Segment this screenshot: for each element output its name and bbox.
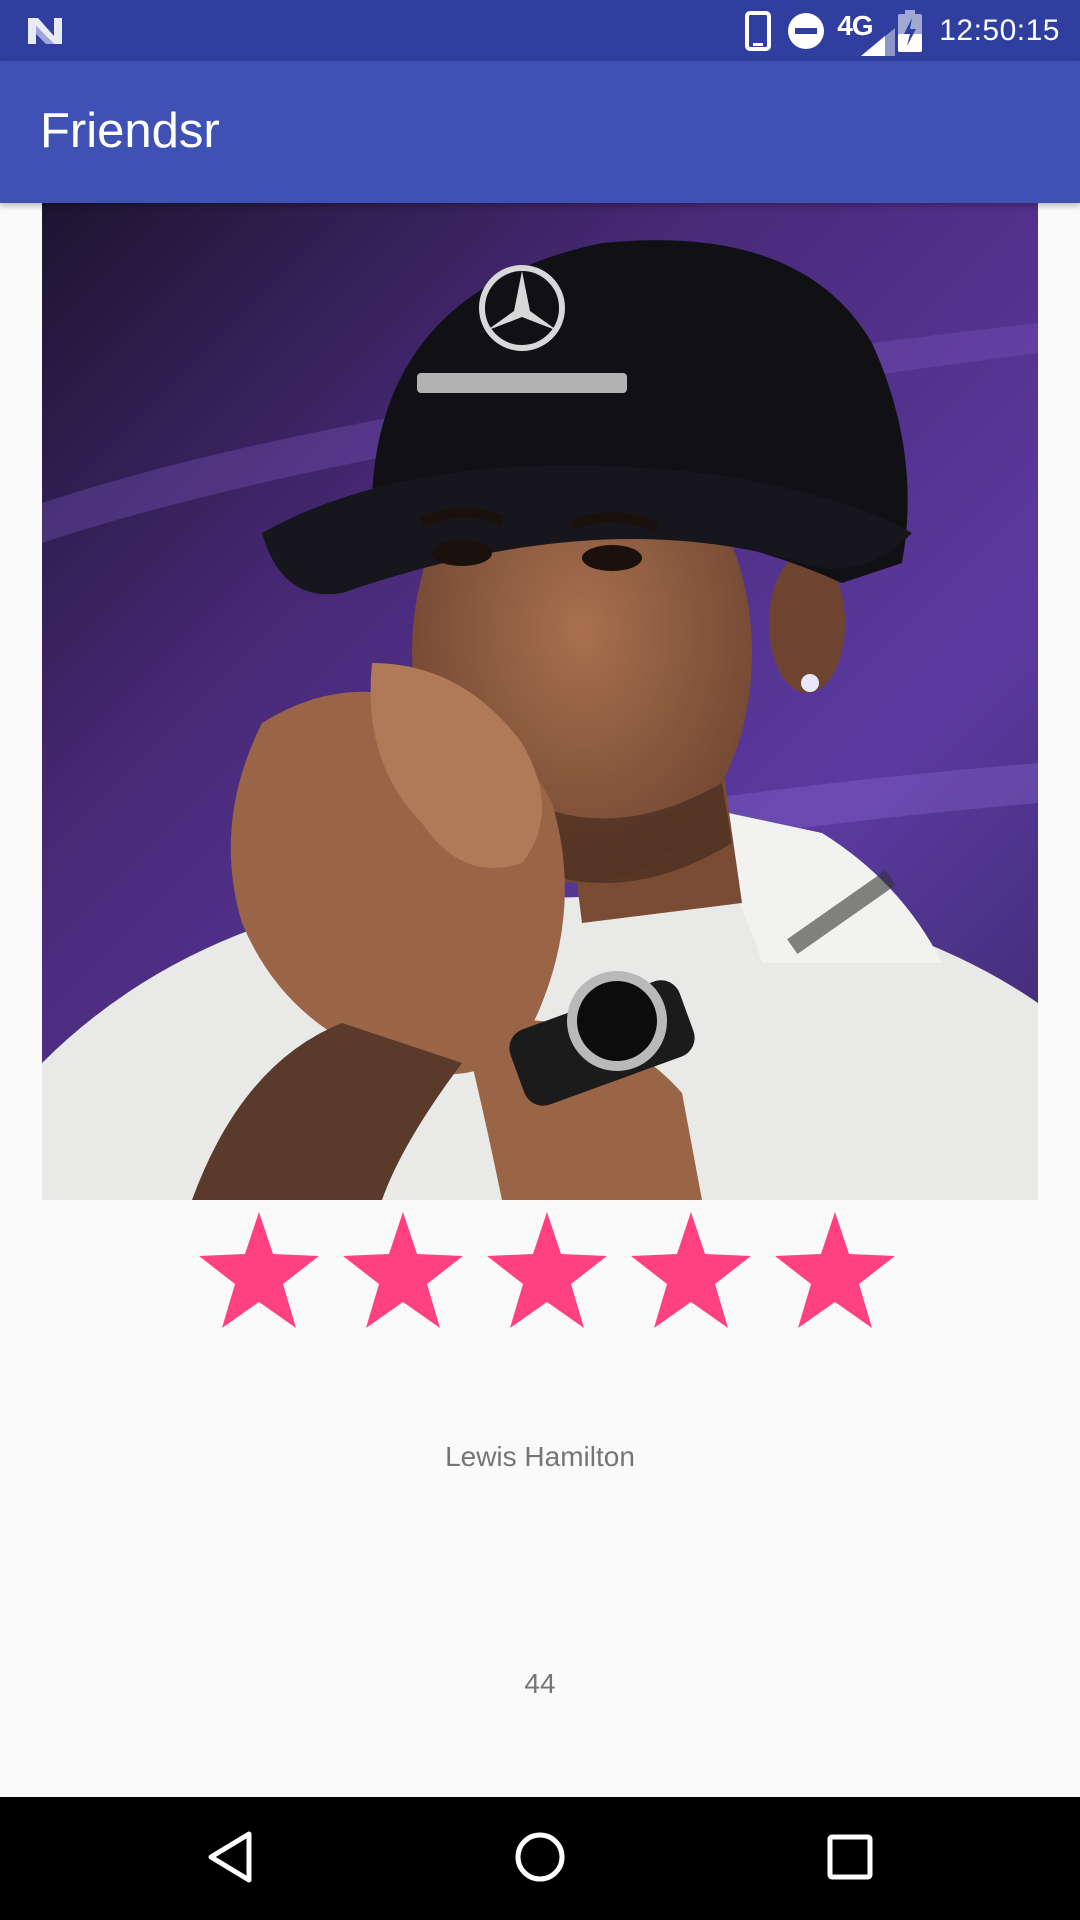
friend-name: Lewis Hamilton xyxy=(445,1441,635,1472)
notification-n-icon xyxy=(28,18,62,44)
profile-photo xyxy=(42,203,1038,1200)
status-bar: 4G 12:50:15 xyxy=(0,0,1080,61)
friend-age: 44 xyxy=(524,1668,556,1699)
star-1[interactable] xyxy=(187,1210,331,1330)
star-icon xyxy=(631,1212,751,1328)
app-title: Friendsr xyxy=(40,104,220,158)
signal-icon xyxy=(861,27,896,56)
back-icon xyxy=(208,1831,252,1883)
recents-icon xyxy=(827,1834,873,1880)
star-5[interactable] xyxy=(763,1210,907,1330)
status-icons: 4G 12:50:15 xyxy=(745,0,1060,61)
star-3[interactable] xyxy=(475,1210,619,1330)
do-not-disturb-icon xyxy=(788,12,825,49)
network-indicator: 4G xyxy=(837,6,896,56)
battery-charging-icon xyxy=(898,9,923,52)
back-button[interactable] xyxy=(180,1817,280,1897)
star-icon xyxy=(775,1212,895,1328)
app-bar: Friendsr xyxy=(0,61,1080,203)
clock: 12:50:15 xyxy=(939,13,1060,47)
home-icon xyxy=(515,1832,565,1882)
star-4[interactable] xyxy=(619,1210,763,1330)
rating-bar[interactable] xyxy=(187,1210,907,1330)
star-icon xyxy=(487,1212,607,1328)
profile-photo-illustration xyxy=(42,203,1038,1200)
home-button[interactable] xyxy=(490,1817,590,1897)
star-icon xyxy=(343,1212,463,1328)
star-icon xyxy=(199,1212,319,1328)
navigation-bar xyxy=(0,1797,1080,1920)
recents-button[interactable] xyxy=(800,1817,900,1897)
device-icon xyxy=(745,10,772,51)
star-2[interactable] xyxy=(331,1210,475,1330)
